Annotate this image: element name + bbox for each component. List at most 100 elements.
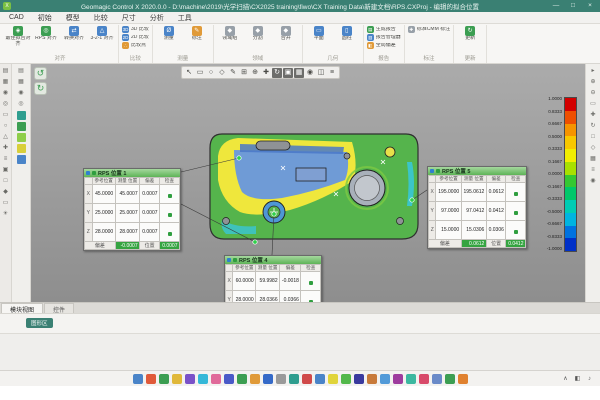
menu-tools[interactable]: 工具 [171,12,199,23]
box-tool-icon[interactable]: □ [1,177,10,186]
wireframe-view-icon[interactable]: ▦ [294,68,304,78]
taskbar-app-icon[interactable] [393,374,403,384]
grid-icon[interactable]: ▦ [589,155,598,164]
pan-icon[interactable]: ✚ [261,68,271,78]
shaded-view-icon[interactable]: ▣ [283,68,293,78]
split-region-button[interactable]: ◆ 分割 [245,26,271,42]
taskbar-app-icon[interactable] [211,374,221,384]
fit-view-icon[interactable]: ▭ [589,100,598,109]
part-heatmap[interactable] [204,128,424,245]
update-button[interactable]: ↻ 更新 [457,26,483,42]
rectangle-select-icon[interactable]: ▭ [195,68,205,78]
legend-swatch-1[interactable] [17,111,26,120]
display-icon[interactable]: ◉ [1,89,10,98]
create-report-button[interactable]: ▤ 生成报告 [367,26,396,33]
measure-button[interactable]: Ø 测量 [156,26,182,42]
taskbar-app-icon[interactable] [133,374,143,384]
undo-view-button[interactable]: ↺ [34,67,47,80]
legend-swatch-5[interactable] [17,155,26,164]
tab-controls[interactable]: 控件 [44,303,74,313]
2d-compare-button[interactable]: 2D 2D 比较 [122,34,149,41]
zoom-fit-icon[interactable]: ⊞ [239,68,249,78]
polygon-select-icon[interactable]: ◇ [217,68,227,78]
legend-swatch-3[interactable] [17,133,26,142]
display-mode-icon[interactable]: ≡ [327,68,337,78]
redo-view-button[interactable]: ↻ [34,82,47,95]
plane-button[interactable]: ▭ 平面 [306,26,332,42]
shade-icon[interactable]: ◎ [1,100,10,109]
tray-network-icon[interactable]: ◧ [573,375,582,384]
minimize-button[interactable]: — [549,1,563,11]
taskbar-app-icon[interactable] [146,374,156,384]
settings-icon[interactable]: ◉ [589,177,598,186]
rps-callout-5[interactable]: RPS 位置 5 参考位置 测量 位置 偏差 检查 X [427,166,527,249]
camera-icon[interactable]: ◎ [17,100,26,109]
rotate-icon[interactable]: ↻ [272,68,282,78]
menu-cad[interactable]: CAD [2,12,31,23]
report-manager-button[interactable]: ▥ 报告管理器 [367,34,401,41]
zoom-out-icon[interactable]: ⊖ [589,89,598,98]
axis-tool-icon[interactable]: △ [1,133,10,142]
model-tree-icon[interactable]: ▤ [1,67,10,76]
321-align-button[interactable]: △ 3-2-1 对齐 [89,26,115,42]
rps-align-button[interactable]: ◎ RPS 对齐 [33,26,59,42]
taskbar-app-icon[interactable] [159,374,169,384]
cylinder-button[interactable]: ▯ 圆柱 [334,26,360,42]
taskbar-app-icon[interactable] [406,374,416,384]
taskbar-app-icon[interactable] [354,374,364,384]
list-tool-icon[interactable]: ≡ [1,155,10,164]
light-tool-icon[interactable]: ☀ [1,210,10,219]
rotate-view-icon[interactable]: ↻ [589,122,598,131]
list-icon[interactable]: ≡ [589,166,598,175]
legend-swatch-2[interactable] [17,122,26,131]
taskbar-app-icon[interactable] [445,374,455,384]
section-view-icon[interactable]: ◫ [316,68,326,78]
diamond-tool-icon[interactable]: ◆ [1,188,10,197]
tray-chevron-icon[interactable]: ∧ [561,375,570,384]
zoom-in-icon[interactable]: ⊕ [589,78,598,87]
point-tool-icon[interactable]: ○ [1,122,10,131]
best-fit-align-button[interactable]: ◈ 最佳拟合对齐 [5,26,31,47]
taskbar-app-icon[interactable] [185,374,195,384]
taskbar-app-icon[interactable] [237,374,247,384]
region-group-button[interactable]: ◆ 领域组 [217,26,243,42]
taskbar-app-icon[interactable] [250,374,260,384]
close-button[interactable]: × [583,1,597,11]
paint-select-icon[interactable]: ✎ [228,68,238,78]
taskbar-app-icon[interactable] [367,374,377,384]
transform-align-button[interactable]: ⇄ 转换对齐 [61,26,87,42]
taskbar-app-icon[interactable] [432,374,442,384]
tab-module-view[interactable]: 模块视图 [1,303,43,313]
plane-tool-icon[interactable]: ▭ [1,111,10,120]
view-icon[interactable]: ◉ [17,89,26,98]
legend-swatch-4[interactable] [17,144,26,153]
select-arrow-icon[interactable]: ↖ [184,68,194,78]
taskbar-app-icon[interactable] [458,374,468,384]
taskbar-app-icon[interactable] [302,374,312,384]
grid-tool-icon[interactable]: ▣ [1,166,10,175]
front-view-icon[interactable]: □ [589,133,598,142]
scene-icon[interactable]: ▦ [1,78,10,87]
compare-point-button[interactable]: ∴ 比较点 [122,42,146,49]
3d-viewport[interactable]: ↺ ↻ ↖ ▭ ○ ◇ ✎ ⊞ ⊕ [31,64,585,302]
taskbar-app-icon[interactable] [276,374,286,384]
taskbar-app-icon[interactable] [419,374,429,384]
menu-analysis[interactable]: 分析 [143,12,171,23]
taskbar-app-icon[interactable] [341,374,351,384]
tree-icon[interactable]: ▤ [17,67,26,76]
filter-icon[interactable]: ▦ [17,78,26,87]
global-deviation-button[interactable]: ◧ 全局偏差 [367,42,396,49]
taskbar-app-icon[interactable] [380,374,390,384]
taskbar-app-icon[interactable] [328,374,338,384]
iso-view-icon[interactable]: ◇ [589,144,598,153]
menu-model[interactable]: 模型 [59,12,87,23]
taskbar-app-icon[interactable] [263,374,273,384]
tray-volume-icon[interactable]: ♪ [585,375,594,384]
taskbar-app-icon[interactable] [289,374,299,384]
taskbar-app-icon[interactable] [224,374,234,384]
normals-view-icon[interactable]: ◉ [305,68,315,78]
taskbar-app-icon[interactable] [198,374,208,384]
menu-dimension[interactable]: 尺寸 [115,12,143,23]
pan-view-icon[interactable]: ✚ [589,111,598,120]
rps-callout-4[interactable]: RPS 位置 4 参考位置 测量 位置 偏差 检查 X [224,255,322,302]
